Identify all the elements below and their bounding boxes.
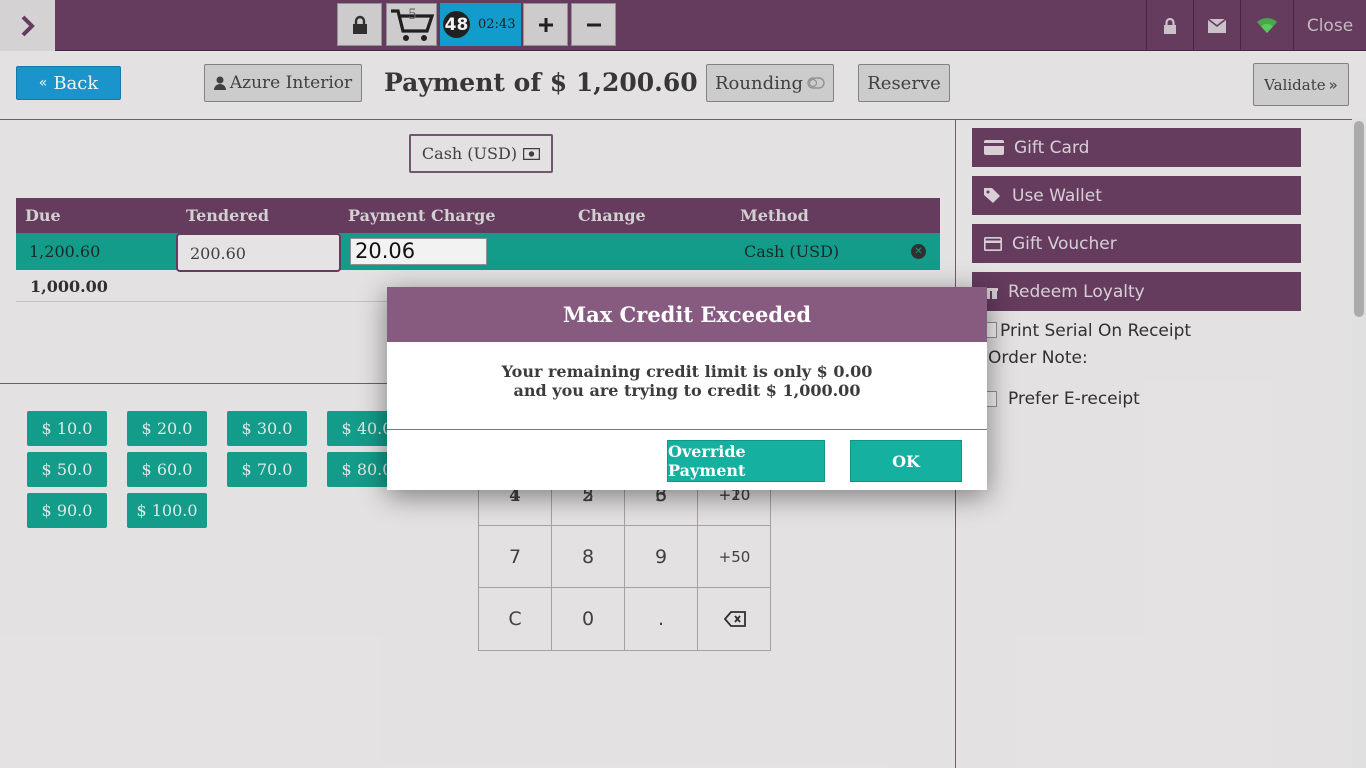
dialog-message-line-1: Your remaining credit limit is only $ 0.… (501, 362, 873, 381)
dialog-message-line-2: and you are trying to credit $ 1,000.00 (513, 381, 861, 400)
dialog-title: Max Credit Exceeded (387, 287, 987, 342)
dialog-message: Your remaining credit limit is only $ 0.… (387, 342, 987, 430)
override-payment-button[interactable]: Override Payment (667, 440, 825, 482)
ok-button[interactable]: OK (850, 440, 962, 482)
max-credit-dialog: Max Credit Exceeded Your remaining credi… (387, 287, 987, 490)
